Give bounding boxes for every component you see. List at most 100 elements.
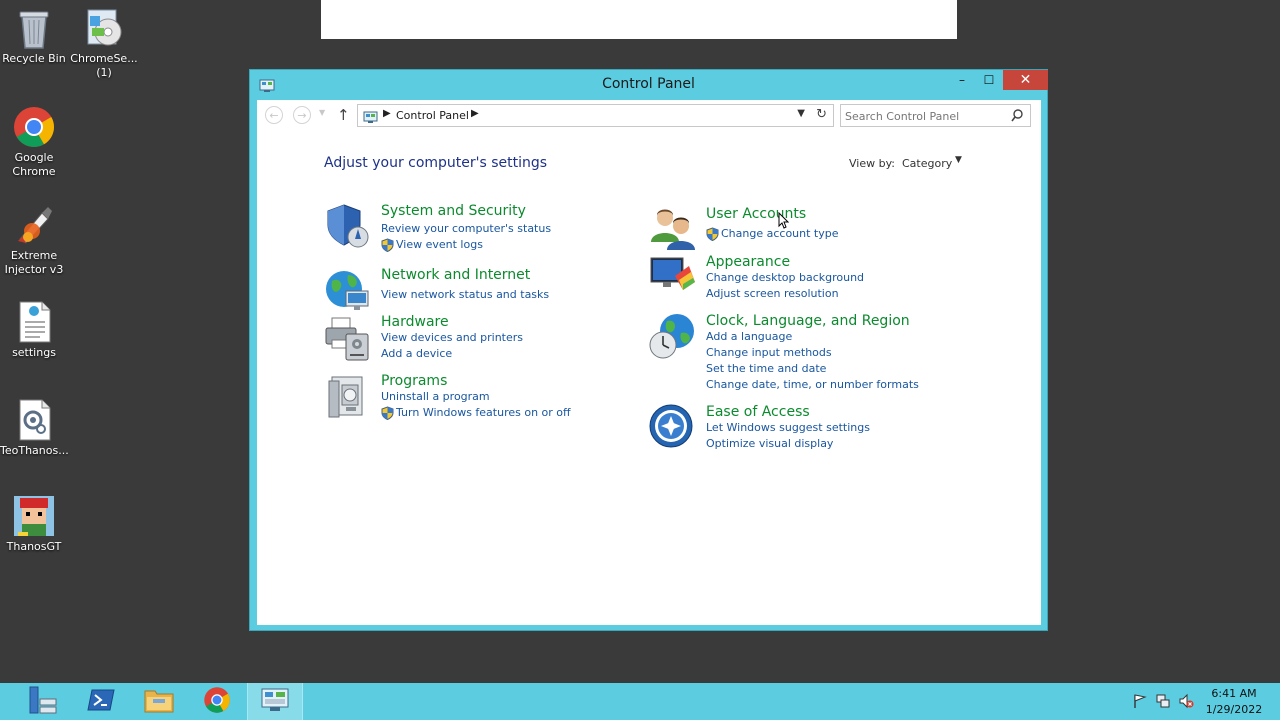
control-panel-icon	[363, 109, 378, 123]
refresh-icon[interactable]: ↻	[816, 107, 827, 122]
taskbar-server-manager[interactable]	[15, 683, 71, 720]
taskbar-file-explorer[interactable]	[131, 683, 187, 720]
desktop-icon-label: settings	[12, 346, 56, 359]
desktop-icon-label: Google Chrome	[12, 151, 56, 178]
top-white-strip	[321, 0, 957, 39]
window-client-area: ← → ▼ ↑ ▶ Control Panel ▶ ▼ ↻ Search Con…	[257, 100, 1041, 625]
link-desktop-background[interactable]: Change desktop background	[706, 271, 864, 284]
ease-of-access-icon[interactable]	[649, 404, 697, 452]
uac-shield-icon	[381, 237, 394, 253]
taskbar-control-panel[interactable]	[247, 683, 303, 720]
category-title[interactable]: User Accounts	[706, 206, 806, 222]
clock-time: 6:41 AM	[1211, 687, 1257, 700]
server-manager-icon	[27, 685, 59, 719]
volume-muted-icon[interactable]	[1178, 693, 1194, 709]
users-icon[interactable]	[649, 206, 697, 254]
link-devices-printers[interactable]: View devices and printers	[381, 331, 523, 344]
chevron-down-icon[interactable]: ▼	[955, 155, 962, 165]
installer-icon	[82, 6, 126, 50]
control-panel-icon	[260, 687, 290, 717]
link-screen-resolution[interactable]: Adjust screen resolution	[706, 287, 839, 300]
clock-globe-icon[interactable]	[649, 313, 697, 361]
chrome-icon	[203, 686, 231, 718]
chevron-down-icon[interactable]: ▼	[797, 108, 805, 119]
navigation-bar: ← → ▼ ↑ ▶ Control Panel ▶ ▼ ↻	[257, 100, 1041, 130]
link-review-status[interactable]: Review your computer's status	[381, 222, 551, 235]
link-optimize-visual[interactable]: Optimize visual display	[706, 437, 833, 450]
injector-icon	[12, 203, 56, 247]
desktop-icon-google-chrome[interactable]: Google Chrome	[0, 105, 68, 179]
taskbar-chrome[interactable]	[189, 683, 245, 720]
close-button[interactable]: ✕	[1003, 70, 1048, 90]
desktop-icon-label: ThanosGT	[6, 540, 62, 553]
link-network-status[interactable]: View network status and tasks	[381, 288, 549, 301]
up-arrow-icon[interactable]: ↑	[337, 106, 350, 124]
desktop-icon-recycle-bin[interactable]: Recycle Bin	[0, 6, 68, 66]
appearance-monitor-icon[interactable]	[649, 254, 697, 302]
taskbar: 6:41 AM 1/29/2022	[0, 683, 1280, 720]
link-uninstall-program[interactable]: Uninstall a program	[381, 390, 490, 403]
folder-icon	[144, 687, 174, 717]
category-title[interactable]: Network and Internet	[381, 267, 530, 283]
text-file-icon	[12, 300, 56, 344]
desktop-icon-chromesetup[interactable]: ChromeSe... (1)	[70, 6, 138, 80]
powershell-icon	[87, 688, 115, 716]
minimize-button[interactable]: –	[949, 70, 975, 90]
desktop-icon-label: ChromeSe... (1)	[70, 52, 138, 79]
config-file-icon	[12, 398, 56, 442]
clock-date: 1/29/2022	[1205, 703, 1263, 716]
page-heading: Adjust your computer's settings	[324, 155, 548, 171]
search-box[interactable]	[840, 104, 1031, 127]
desktop-icon-teothanos[interactable]: TeoThanos...	[0, 398, 69, 458]
uac-shield-icon	[706, 226, 719, 242]
recycle-bin-icon	[12, 6, 56, 50]
shield-icon[interactable]	[324, 203, 372, 251]
search-input[interactable]	[845, 108, 1005, 124]
link-formats[interactable]: Change date, time, or number formats	[706, 378, 919, 391]
window-title: Control Panel	[602, 76, 695, 92]
desktop-icon-label: Recycle Bin	[2, 52, 66, 65]
desktop-icon-extreme-injector[interactable]: Extreme Injector v3	[0, 203, 68, 277]
desktop-icon-label: TeoThanos...	[0, 444, 69, 457]
link-time-date[interactable]: Set the time and date	[706, 362, 826, 375]
recent-locations-icon[interactable]: ▼	[319, 108, 325, 117]
breadcrumb-control-panel[interactable]: Control Panel	[396, 109, 469, 122]
programs-icon[interactable]	[324, 373, 372, 421]
chrome-icon	[12, 105, 56, 149]
link-add-language[interactable]: Add a language	[706, 330, 792, 343]
maximize-button[interactable]: ☐	[976, 70, 1002, 90]
link-view-event-logs[interactable]: View event logs	[396, 238, 483, 251]
view-by-label: View by:	[849, 157, 895, 170]
game-icon	[12, 494, 56, 538]
title-bar[interactable]: Control Panel – ☐ ✕	[250, 70, 1048, 100]
category-title[interactable]: Ease of Access	[706, 404, 810, 420]
desktop-icon-settings[interactable]: settings	[0, 300, 68, 360]
search-icon[interactable]	[1011, 108, 1023, 122]
desktop-icon-thanosgt[interactable]: ThanosGT	[0, 494, 68, 554]
category-title[interactable]: Appearance	[706, 254, 790, 270]
chevron-right-icon[interactable]: ▶	[383, 108, 391, 119]
address-bar[interactable]: ▶ Control Panel ▶ ▼ ↻	[357, 104, 834, 127]
desktop-icon-label: Extreme Injector v3	[4, 249, 64, 276]
link-input-methods[interactable]: Change input methods	[706, 346, 832, 359]
printer-icon[interactable]	[324, 314, 372, 362]
back-button[interactable]: ←	[265, 106, 283, 124]
link-windows-suggest[interactable]: Let Windows suggest settings	[706, 421, 870, 434]
forward-button[interactable]: →	[293, 106, 311, 124]
flag-icon[interactable]	[1132, 693, 1148, 709]
taskbar-powershell[interactable]	[73, 683, 129, 720]
category-title[interactable]: Programs	[381, 373, 447, 389]
category-title[interactable]: System and Security	[381, 203, 526, 219]
network-tray-icon[interactable]	[1155, 693, 1171, 709]
control-panel-window: Control Panel – ☐ ✕ ← → ▼ ↑ ▶ Control Pa…	[249, 69, 1048, 631]
mouse-cursor-icon	[778, 211, 790, 229]
view-by-dropdown[interactable]: Category	[902, 157, 952, 170]
system-clock[interactable]: 6:41 AM 1/29/2022	[1200, 686, 1268, 718]
category-title[interactable]: Clock, Language, and Region	[706, 313, 910, 329]
chevron-right-icon[interactable]: ▶	[471, 108, 479, 119]
link-add-device[interactable]: Add a device	[381, 347, 452, 360]
category-title[interactable]: Hardware	[381, 314, 449, 330]
network-globe-icon[interactable]	[324, 267, 372, 315]
uac-shield-icon	[381, 405, 394, 421]
link-windows-features[interactable]: Turn Windows features on or off	[396, 406, 571, 419]
